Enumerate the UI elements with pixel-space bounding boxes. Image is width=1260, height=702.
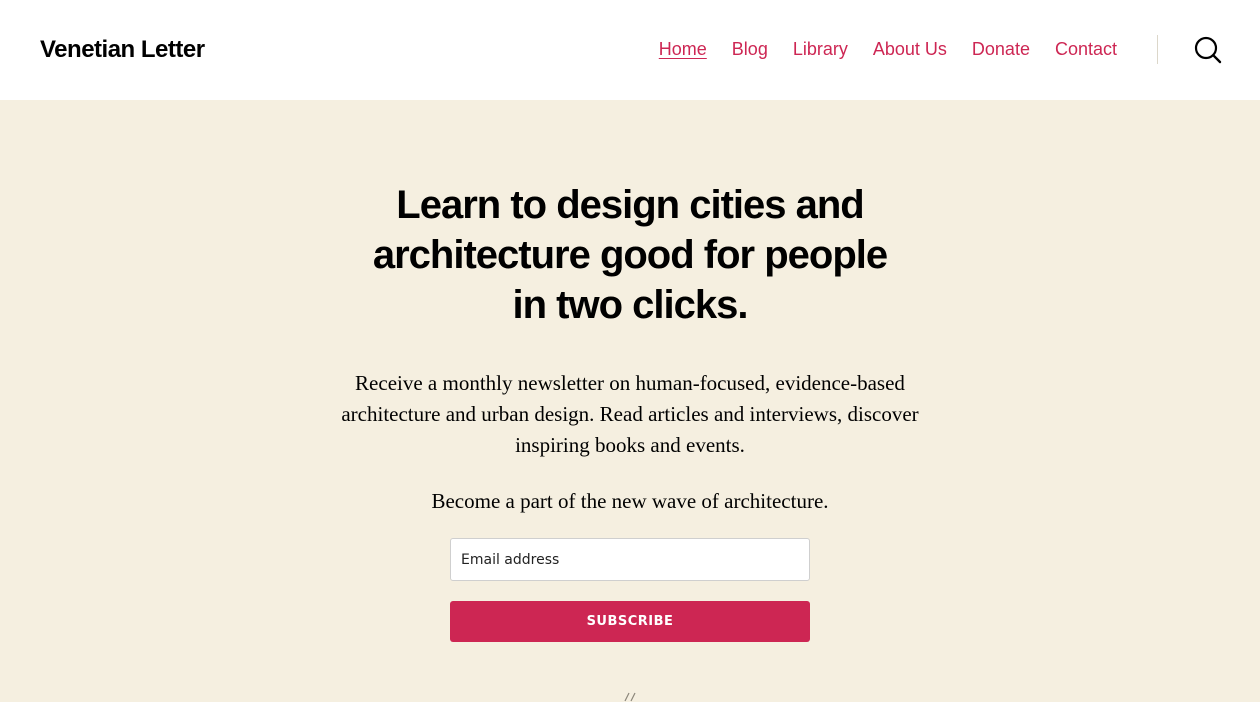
- hero-intro-text: Receive a monthly newsletter on human-fo…: [341, 371, 919, 457]
- search-button[interactable]: [1194, 36, 1222, 64]
- hero-headline: Learn to design cities and architecture …: [330, 180, 930, 330]
- nav-item-donate[interactable]: Donate: [972, 37, 1030, 61]
- nav-item-home[interactable]: Home: [659, 37, 707, 61]
- nav-item-about-us[interactable]: About Us: [873, 37, 947, 61]
- header-divider: [1157, 35, 1158, 64]
- site-title-link[interactable]: Venetian Letter: [40, 34, 205, 66]
- hero-tagline: Become a part of the new wave of archite…: [431, 489, 829, 513]
- subscribe-button[interactable]: SUBSCRIBE: [450, 601, 810, 642]
- nav-item-blog[interactable]: Blog: [732, 37, 768, 61]
- section-separator-icon: [624, 692, 636, 702]
- site-header: Venetian Letter Home Blog Library About …: [0, 0, 1260, 100]
- email-field[interactable]: [450, 538, 810, 581]
- search-icon: [1194, 36, 1222, 64]
- hero-headline-line: architecture good for people: [372, 233, 888, 277]
- nav-item-library[interactable]: Library: [793, 37, 848, 61]
- nav-item-contact[interactable]: Contact: [1055, 37, 1117, 61]
- primary-nav: Home Blog Library About Us Donate Contac…: [659, 37, 1117, 61]
- hero-headline-line: Learn to design cities and: [396, 183, 864, 227]
- hero-headline-line: in two clicks.: [512, 283, 749, 327]
